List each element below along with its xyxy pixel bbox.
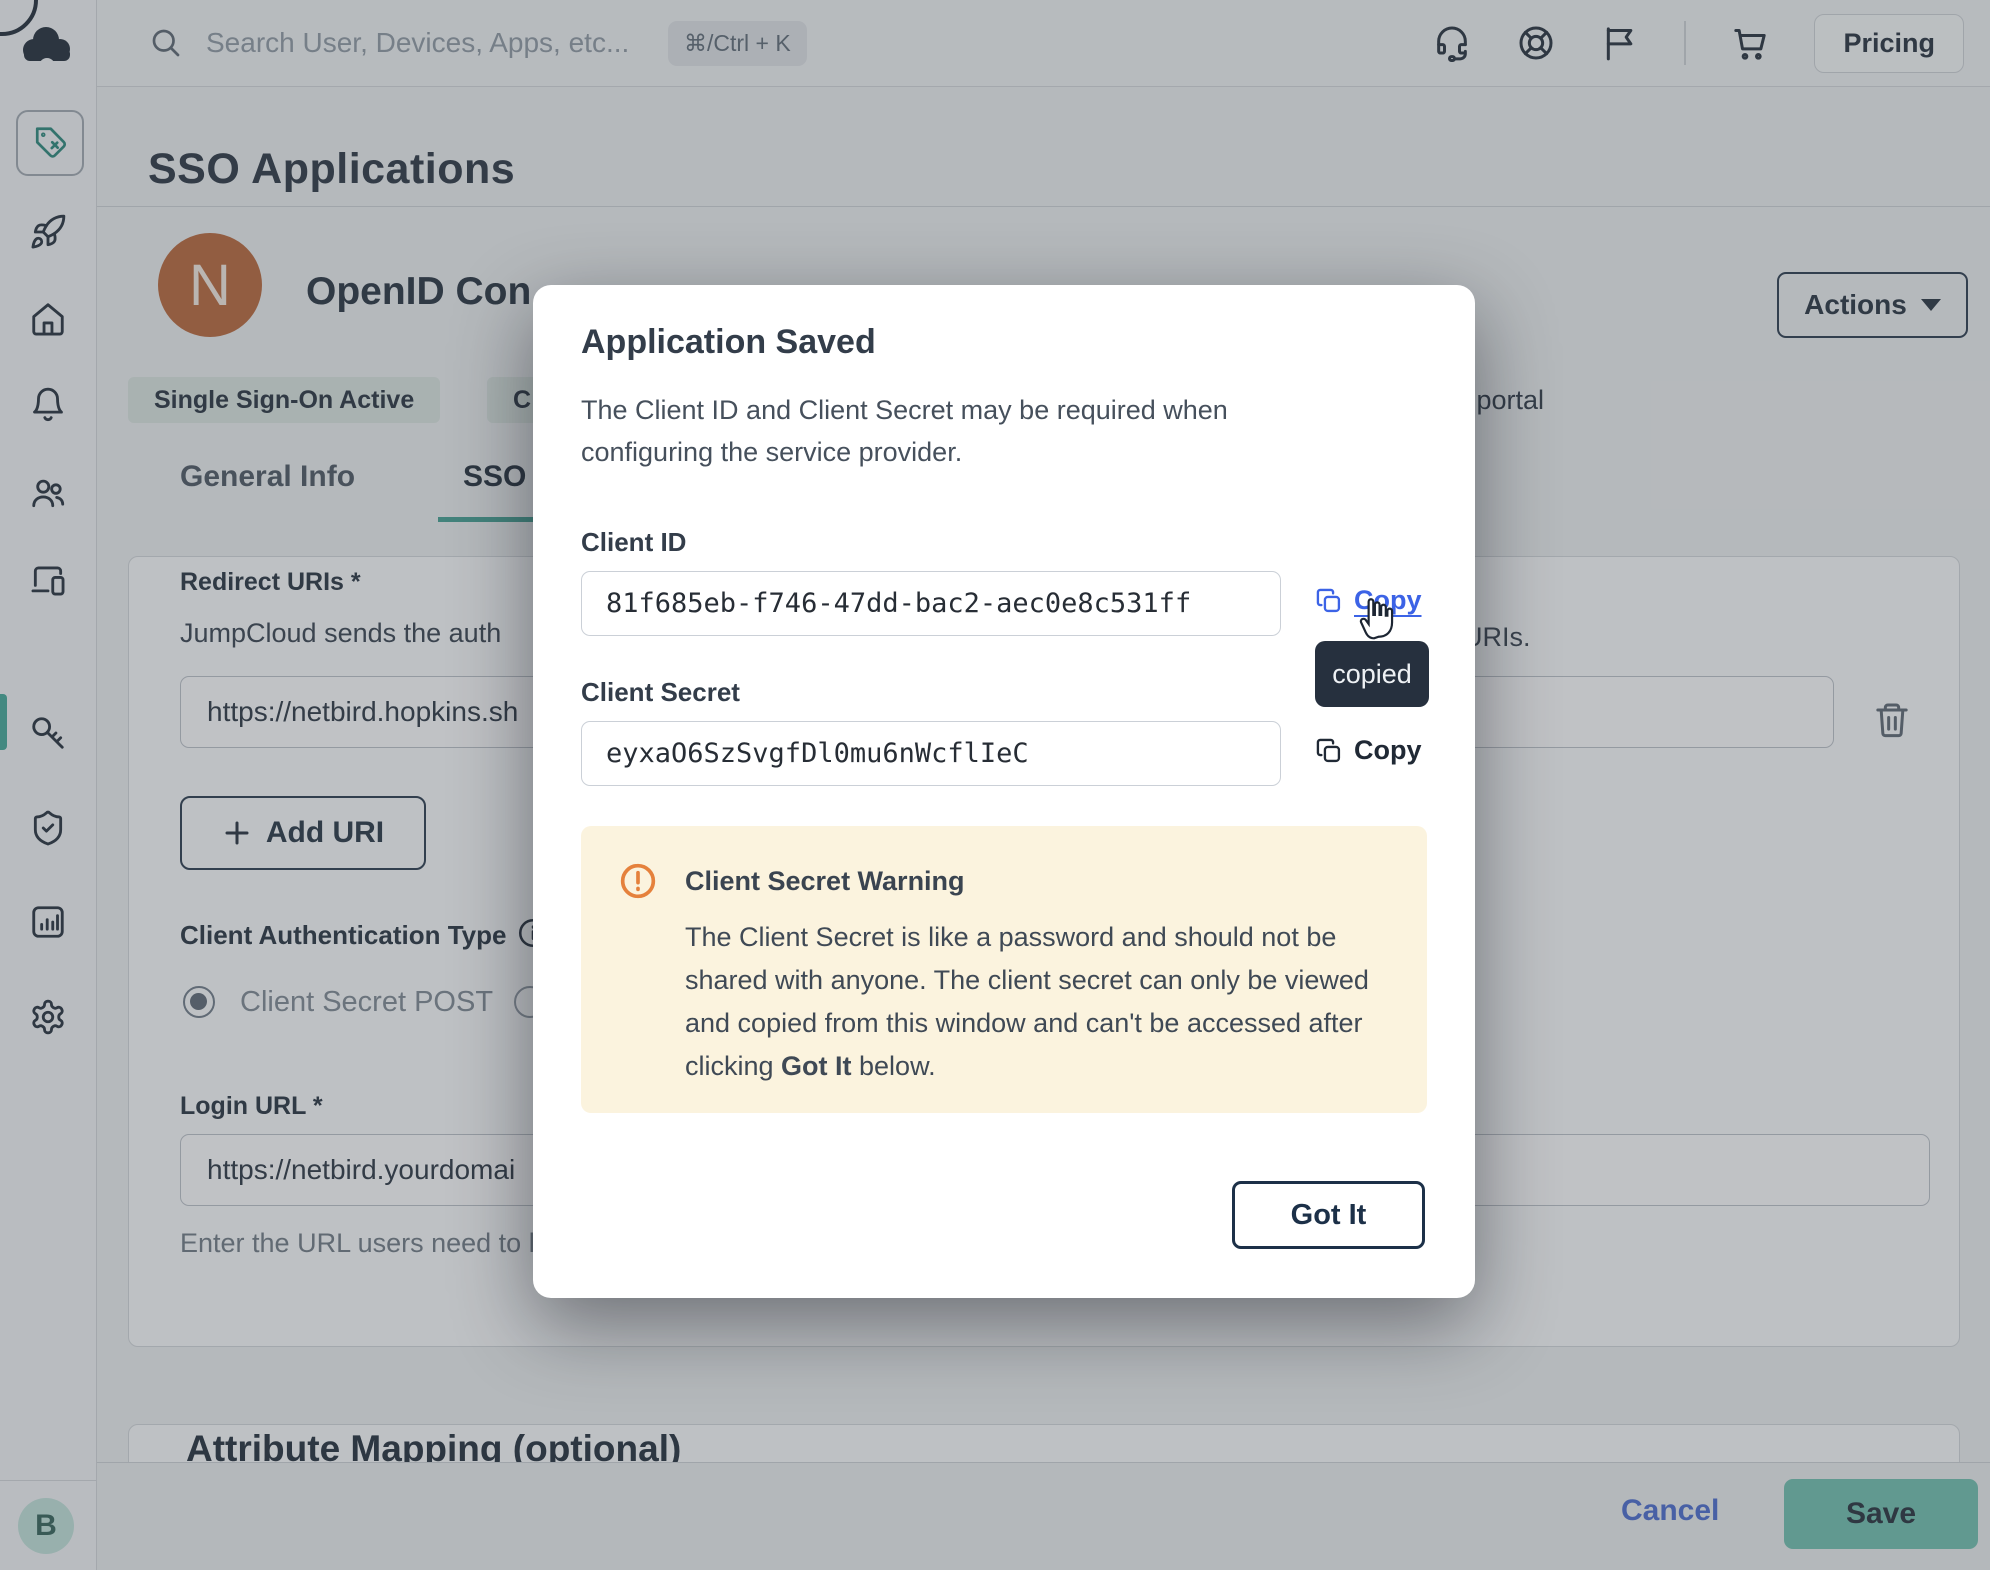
application-saved-modal: Application Saved The Client ID and Clie… (533, 285, 1475, 1298)
copy-icon (1315, 587, 1343, 615)
modal-title: Application Saved (581, 323, 876, 362)
copy-icon (1315, 737, 1343, 765)
alert-circle-icon (618, 861, 658, 906)
client-id-input[interactable] (581, 571, 1281, 636)
copy-client-secret-button[interactable]: Copy (1315, 735, 1422, 766)
client-secret-input[interactable] (581, 721, 1281, 786)
app-window: B ⌘/Ctrl + K (0, 0, 1990, 1570)
modal-description: The Client ID and Client Secret may be r… (581, 389, 1256, 473)
copied-tooltip: copied (1315, 641, 1429, 707)
mouse-cursor-hand (1355, 593, 1401, 648)
warning-body: The Client Secret is like a password and… (685, 916, 1391, 1088)
client-secret-warning: Client Secret Warning The Client Secret … (581, 826, 1427, 1113)
client-secret-label: Client Secret (581, 677, 740, 708)
got-it-button[interactable]: Got It (1232, 1181, 1425, 1249)
warning-title: Client Secret Warning (685, 866, 965, 897)
client-id-label: Client ID (581, 527, 686, 558)
